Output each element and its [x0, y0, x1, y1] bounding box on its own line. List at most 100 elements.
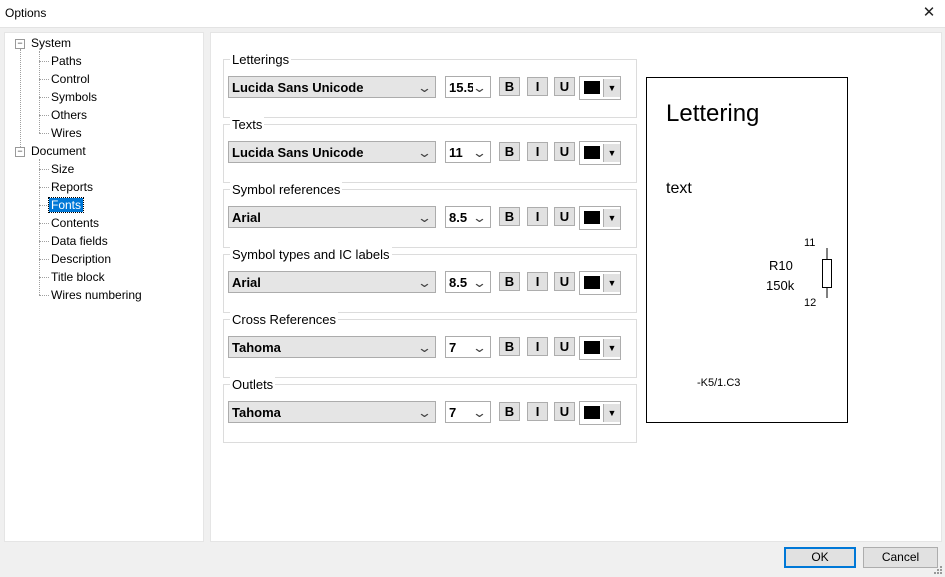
tree-item-size[interactable]: Size — [49, 161, 76, 177]
bold-button[interactable]: B — [499, 272, 520, 291]
tree-item-contents[interactable]: Contents — [49, 215, 101, 231]
tree-line — [39, 169, 49, 170]
window-title: Options — [5, 6, 47, 20]
font-size-select[interactable]: 7 ⌄ — [445, 401, 491, 423]
tree-item-control[interactable]: Control — [49, 71, 92, 87]
underline-button[interactable]: U — [554, 272, 575, 291]
group-title: Outlets — [230, 377, 276, 392]
font-size-value: 11 — [449, 145, 463, 160]
italic-button[interactable]: I — [527, 402, 548, 421]
caret-down-icon: ▼ — [603, 404, 620, 422]
tree-item-symbols[interactable]: Symbols — [49, 89, 99, 105]
tree-item-paths[interactable]: Paths — [49, 53, 84, 69]
bold-button[interactable]: B — [499, 142, 520, 161]
chevron-down-icon: ⌄ — [416, 210, 433, 225]
group-title: Cross References — [230, 312, 339, 327]
preview-ref: R10 — [769, 258, 793, 273]
tree-item-description[interactable]: Description — [49, 251, 113, 267]
tree-line — [39, 187, 49, 188]
tree-item-label: Others — [51, 108, 88, 122]
font-family-select[interactable]: Arial ⌄ — [228, 206, 436, 228]
preview-pin-bottom: 12 — [804, 297, 817, 309]
italic-button[interactable]: I — [527, 77, 548, 96]
font-family-select[interactable]: Lucida Sans Unicode ⌄ — [228, 76, 436, 98]
group-symbol-references: Symbol references Arial ⌄ 8.5 ⌄ B I U ▼ — [223, 182, 637, 248]
italic-button[interactable]: I — [527, 272, 548, 291]
chevron-down-icon: ⌄ — [416, 145, 433, 160]
chevron-down-icon: ⌄ — [471, 145, 488, 160]
collapse-icon[interactable]: − — [15, 147, 25, 157]
tree-item-label: System — [31, 36, 72, 50]
underline-button[interactable]: U — [554, 77, 575, 96]
font-family-select[interactable]: Tahoma ⌄ — [228, 401, 436, 423]
font-color-picker[interactable]: ▼ — [579, 141, 621, 165]
group-cross-references: Cross References Tahoma ⌄ 7 ⌄ B I U ▼ — [223, 312, 637, 378]
font-color-picker[interactable]: ▼ — [579, 336, 621, 360]
font-family-value: Lucida Sans Unicode — [232, 145, 364, 160]
font-color-picker[interactable]: ▼ — [579, 206, 621, 230]
tree-item-fonts[interactable]: Fonts — [47, 197, 85, 213]
underline-button[interactable]: U — [554, 207, 575, 226]
group-title: Letterings — [230, 52, 292, 67]
italic-button[interactable]: I — [527, 207, 548, 226]
font-size-select[interactable]: 8.5 ⌄ — [445, 206, 491, 228]
tree-line — [39, 241, 49, 242]
resize-grip-icon[interactable] — [933, 565, 943, 575]
tree-item-system[interactable]: System — [29, 35, 73, 51]
font-family-select[interactable]: Arial ⌄ — [228, 271, 436, 293]
tree-item-wires-numbering[interactable]: Wires numbering — [49, 287, 144, 303]
font-size-value: 8.5 — [449, 210, 468, 225]
tree-item-label: Wires numbering — [51, 288, 142, 302]
caret-down-icon: ▼ — [603, 274, 620, 292]
bold-button[interactable]: B — [499, 402, 520, 421]
font-color-picker[interactable]: ▼ — [579, 76, 621, 100]
tree-line — [39, 223, 49, 224]
tree-item-label: Title block — [51, 270, 105, 284]
color-swatch — [584, 211, 600, 224]
group-outlets: Outlets Tahoma ⌄ 7 ⌄ B I U ▼ — [223, 377, 637, 443]
font-color-picker[interactable]: ▼ — [579, 401, 621, 425]
chevron-down-icon: ⌄ — [471, 80, 488, 95]
caret-down-icon: ▼ — [603, 209, 620, 227]
underline-button[interactable]: U — [554, 402, 575, 421]
color-swatch — [584, 406, 600, 419]
tree-item-label: Paths — [51, 54, 82, 68]
underline-button[interactable]: U — [554, 142, 575, 161]
group-title: Symbol types and IC labels — [230, 247, 392, 262]
tree-item-wires[interactable]: Wires — [49, 125, 84, 141]
tree-item-title-block[interactable]: Title block — [49, 269, 107, 285]
tree-item-label: Document — [31, 144, 86, 158]
ok-button[interactable]: OK — [784, 547, 856, 568]
font-family-value: Arial — [232, 275, 261, 290]
font-family-select[interactable]: Lucida Sans Unicode ⌄ — [228, 141, 436, 163]
font-size-select[interactable]: 15.5 ⌄ — [445, 76, 491, 98]
font-size-value: 7 — [449, 340, 457, 355]
chevron-down-icon: ⌄ — [416, 80, 433, 95]
bold-button[interactable]: B — [499, 337, 520, 356]
font-size-select[interactable]: 8.5 ⌄ — [445, 271, 491, 293]
options-tree[interactable]: − System Paths Control Symbols Others Wi… — [4, 32, 204, 542]
bold-button[interactable]: B — [499, 77, 520, 96]
font-color-picker[interactable]: ▼ — [579, 271, 621, 295]
tree-item-others[interactable]: Others — [49, 107, 89, 123]
tree-item-reports[interactable]: Reports — [49, 179, 95, 195]
font-size-select[interactable]: 11 ⌄ — [445, 141, 491, 163]
font-size-select[interactable]: 7 ⌄ — [445, 336, 491, 358]
chevron-down-icon: ⌄ — [471, 405, 488, 420]
tree-line — [39, 259, 49, 260]
tree-item-data-fields[interactable]: Data fields — [49, 233, 110, 249]
italic-button[interactable]: I — [527, 337, 548, 356]
cancel-button[interactable]: Cancel — [863, 547, 938, 568]
close-icon[interactable]: ✕ — [913, 0, 945, 27]
underline-button[interactable]: U — [554, 337, 575, 356]
tree-item-label: Wires — [51, 126, 82, 140]
collapse-icon[interactable]: − — [15, 39, 25, 49]
caret-down-icon: ▼ — [603, 79, 620, 97]
tree-line — [39, 115, 49, 116]
italic-button[interactable]: I — [527, 142, 548, 161]
font-family-select[interactable]: Tahoma ⌄ — [228, 336, 436, 358]
bold-button[interactable]: B — [499, 207, 520, 226]
tree-item-document[interactable]: Document — [29, 143, 88, 159]
chevron-down-icon: ⌄ — [471, 210, 488, 225]
tree-line — [39, 277, 49, 278]
